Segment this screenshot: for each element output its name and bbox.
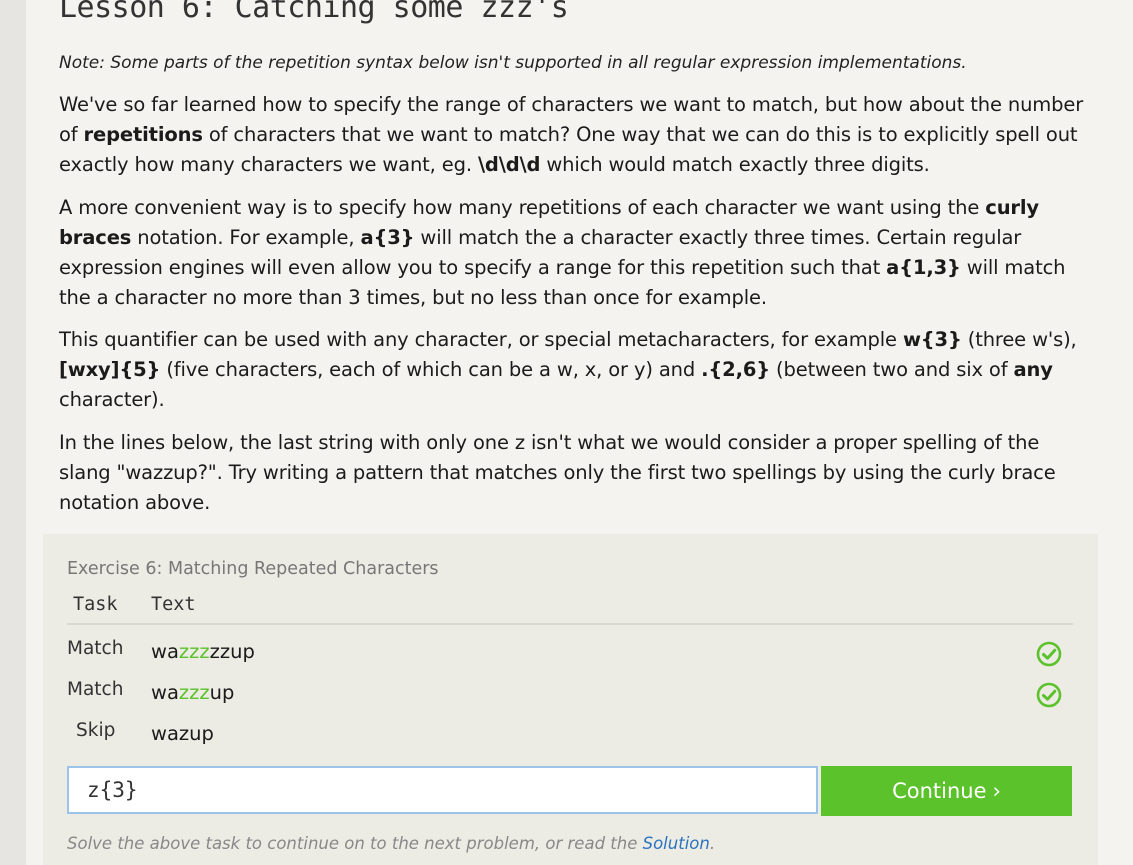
paragraph-quantifier: This quantifier can be used with any cha…: [59, 328, 1077, 411]
row-text: wazzzzzup: [151, 640, 255, 663]
regex-input-wrapper: [67, 766, 818, 814]
table-row: Match wazzzup: [43, 679, 1098, 719]
paragraph-instructions: In the lines below, the last string with…: [59, 431, 1056, 514]
continue-button[interactable]: Continue ›: [821, 766, 1072, 816]
syntax-note: Note: Some parts of the repetition synta…: [59, 53, 967, 73]
exercise-title: Exercise 6: Matching Repeated Characters: [67, 559, 439, 579]
regex-input[interactable]: [69, 768, 816, 812]
exercise-panel: Exercise 6: Matching Repeated Characters…: [43, 534, 1098, 865]
lesson-title: Lesson 6: Catching some zzz's: [59, 0, 569, 25]
header-divider: [67, 623, 1073, 625]
row-task-label: Match: [67, 638, 124, 659]
continue-label: Continue: [892, 779, 987, 803]
match-highlight: zzz: [178, 681, 210, 704]
match-highlight: zzz: [178, 640, 210, 663]
check-icon: [1036, 682, 1062, 708]
paragraph-curly-braces: A more convenient way is to specify how …: [59, 196, 1066, 309]
exercise-footer: Solve the above task to continue on to t…: [67, 834, 716, 853]
task-column-header: Task: [73, 594, 118, 615]
lesson-page: Lesson 6: Catching some zzz's Note: Some…: [26, 0, 1133, 865]
table-row: Match wazzzzzup: [43, 638, 1098, 678]
check-icon: [1036, 641, 1062, 667]
chevron-right-icon: ›: [992, 779, 1001, 803]
table-row: Skip wazup: [43, 720, 1098, 760]
row-task-label: Match: [67, 679, 124, 700]
row-text: wazzzup: [151, 681, 235, 704]
paragraph-repetitions: We've so far learned how to specify the …: [59, 93, 1084, 176]
row-text: wazup: [151, 722, 214, 745]
row-task-label: Skip: [76, 720, 116, 741]
solution-link[interactable]: Solution: [643, 834, 710, 853]
text-column-header: Text: [151, 594, 196, 615]
